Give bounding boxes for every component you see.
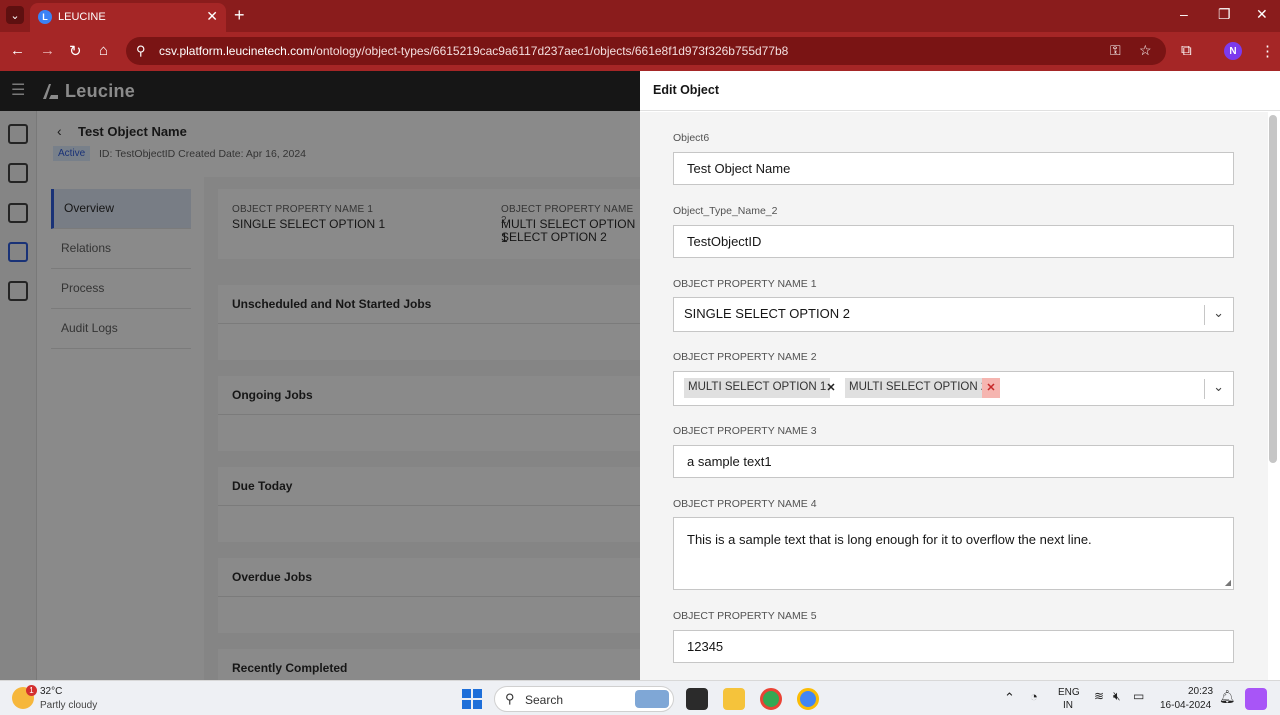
search-highlight-icon: [635, 690, 669, 708]
profile-avatar[interactable]: N: [1224, 42, 1242, 60]
windows-start-icon[interactable]: [462, 689, 482, 709]
browser-tab[interactable]: L LEUCINE ✕: [30, 3, 226, 32]
windows-taskbar: 1 32°C Partly cloudy ⚲ Search ⌃ ◔ ENG IN…: [0, 680, 1280, 715]
browser-tab-bar: ⌄ L LEUCINE ✕ + – ❐ ✕: [0, 0, 1280, 32]
reload-icon[interactable]: ↻: [69, 42, 82, 60]
chevron-down-icon[interactable]: ⌄: [1213, 305, 1224, 321]
battery-icon[interactable]: ▭: [1133, 689, 1144, 703]
password-key-icon[interactable]: ⚿: [1110, 42, 1121, 59]
multi-select-dropdown[interactable]: MULTI SELECT OPTION 1 ✕ MULTI SELECT OPT…: [673, 371, 1234, 406]
single-select-dropdown[interactable]: SINGLE SELECT OPTION 2 ⌄: [673, 297, 1234, 332]
remove-chip-icon[interactable]: ✕: [822, 378, 840, 398]
app-window: ☰ Leucine ‹ Test Object Name Active ID: …: [0, 71, 1280, 680]
task-view-icon[interactable]: [686, 688, 708, 710]
panel-form: Object6 Test Object Name Object_Type_Nam…: [640, 112, 1268, 680]
minimize-icon[interactable]: –: [1180, 6, 1188, 22]
notification-bell-icon[interactable]: 🔔︎: [1219, 689, 1236, 705]
address-bar[interactable]: ⚲ csv.platform.leucinetech.com/ontology/…: [126, 37, 1166, 65]
weather-badge: 1: [26, 685, 37, 696]
back-icon[interactable]: ←: [10, 42, 25, 59]
selected-chip: MULTI SELECT OPTION 2: [845, 378, 992, 398]
menu-icon[interactable]: ⋮: [1260, 42, 1275, 60]
textarea-value: This is a sample text that is long enoug…: [687, 532, 1092, 547]
weather-desc[interactable]: Partly cloudy: [40, 700, 97, 711]
field-label: OBJECT PROPERTY NAME 2: [673, 351, 817, 363]
restore-icon[interactable]: ❐: [1218, 6, 1231, 23]
field-label: OBJECT PROPERTY NAME 1: [673, 278, 817, 290]
chevron-down-icon[interactable]: ⌄: [1213, 379, 1224, 395]
field-label: OBJECT PROPERTY NAME 4: [673, 498, 817, 510]
field-label: Object_Type_Name_2: [673, 205, 778, 217]
chrome-profile-icon[interactable]: [797, 688, 819, 710]
language-line1[interactable]: ENG: [1058, 687, 1080, 698]
field-label: Object6: [673, 132, 710, 144]
selected-value: SINGLE SELECT OPTION 2: [684, 306, 850, 321]
language-line2[interactable]: IN: [1063, 700, 1073, 711]
tab-search-icon[interactable]: ⌄: [6, 6, 24, 24]
extensions-icon[interactable]: ⧉: [1181, 42, 1192, 59]
weather-temp[interactable]: 32°C: [40, 686, 62, 697]
plus-icon[interactable]: +: [234, 5, 245, 26]
clock-date[interactable]: 16-04-2024: [1160, 700, 1211, 711]
close-icon[interactable]: ✕: [206, 8, 218, 25]
search-label: Search: [525, 693, 564, 707]
search-icon: ⚲: [505, 691, 515, 706]
chevron-up-icon[interactable]: ⌃: [1004, 690, 1015, 706]
forward-icon[interactable]: →: [40, 42, 55, 59]
number-input[interactable]: 12345: [673, 630, 1234, 663]
remove-chip-icon[interactable]: ✕: [982, 378, 1000, 398]
site-info-icon[interactable]: ⚲: [136, 43, 146, 59]
tab-title: LEUCINE: [58, 11, 106, 23]
field-label: OBJECT PROPERTY NAME 3: [673, 425, 817, 437]
object-name-input[interactable]: Test Object Name: [673, 152, 1234, 185]
window-close-icon[interactable]: ✕: [1256, 6, 1268, 23]
wifi-icon[interactable]: ≋: [1094, 689, 1104, 703]
panel-scrollbar[interactable]: [1269, 115, 1277, 463]
taskbar-search[interactable]: ⚲ Search: [494, 686, 674, 712]
network-meter-icon[interactable]: ◔: [1030, 689, 1038, 704]
leucine-favicon-icon: L: [38, 10, 52, 24]
speaker-muted-icon[interactable]: 🔇︎: [1113, 689, 1121, 704]
panel-title: Edit Object: [653, 83, 719, 97]
chrome-icon[interactable]: [760, 688, 782, 710]
modal-overlay[interactable]: [0, 71, 640, 680]
object-id-input[interactable]: TestObjectID: [673, 225, 1234, 258]
selected-chip: MULTI SELECT OPTION 1: [684, 378, 831, 398]
field-label: OBJECT PROPERTY NAME 5: [673, 610, 817, 622]
file-explorer-icon[interactable]: [723, 688, 745, 710]
url-text[interactable]: csv.platform.leucinetech.com/ontology/ob…: [159, 44, 788, 58]
copilot-icon[interactable]: [1245, 688, 1267, 710]
textarea-input[interactable]: This is a sample text that is long enoug…: [673, 517, 1234, 590]
panel-header: Edit Object: [640, 71, 1280, 111]
resize-handle-icon[interactable]: ◢: [1225, 578, 1231, 587]
browser-toolbar: ← → ↻ ⌂ ⚲ csv.platform.leucinetech.com/o…: [0, 32, 1280, 71]
clock-time[interactable]: 20:23: [1188, 686, 1213, 697]
edit-object-panel: Edit Object Object6 Test Object Name Obj…: [640, 71, 1280, 680]
text-input[interactable]: a sample text1: [673, 445, 1234, 478]
star-icon[interactable]: ☆: [1139, 42, 1152, 59]
home-icon[interactable]: ⌂: [99, 42, 108, 59]
